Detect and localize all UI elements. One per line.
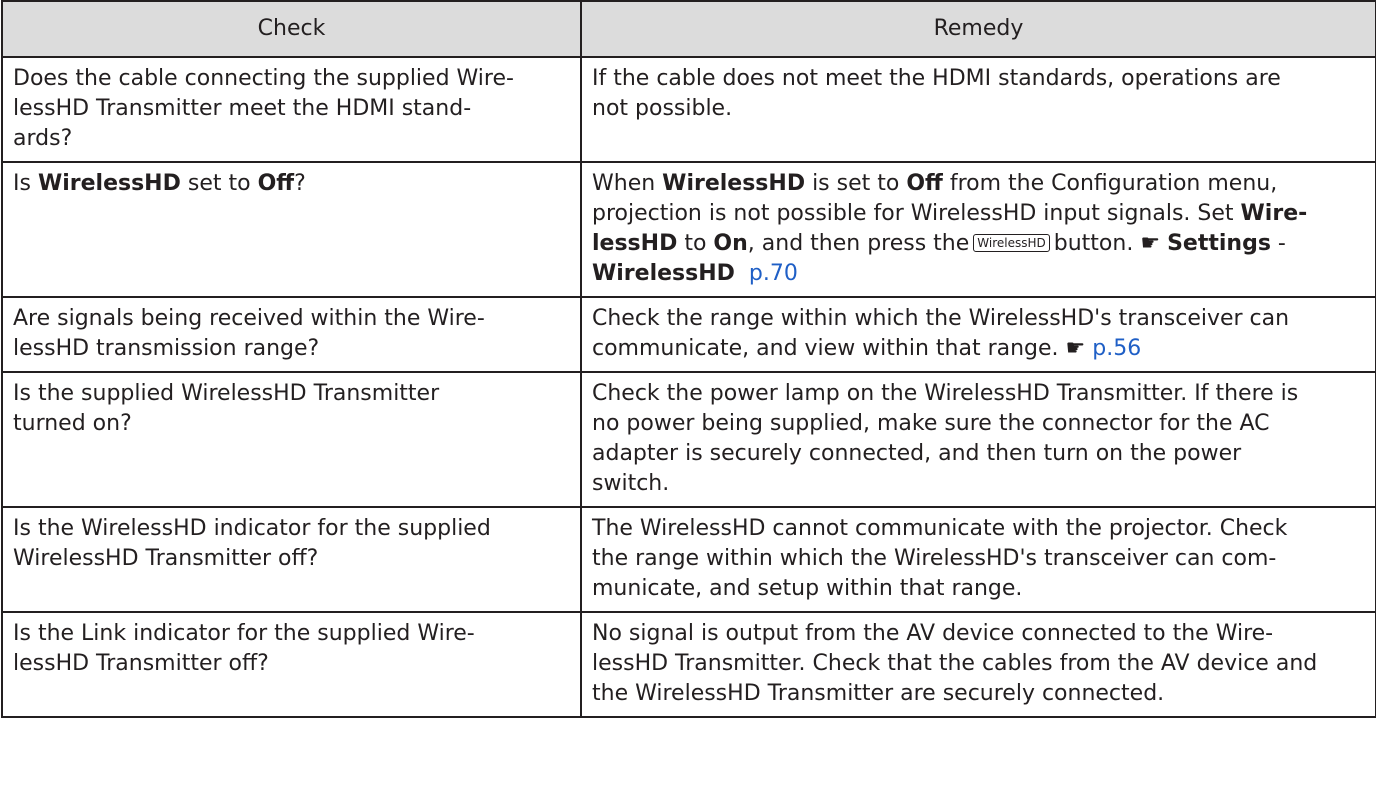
text-line: no power being supplied, make sure the c… [592,411,1270,436]
text-line: the range within which the WirelessHD's … [592,546,1277,571]
check-cell: Is WirelessHD set to Off? [1,161,582,298]
bold-term: Off [257,171,295,196]
text-segment: Is [13,171,38,196]
text-segment: from the Configuration menu, [942,171,1278,196]
text-line: Check the power lamp on the WirelessHD T… [592,381,1299,406]
bold-term: Settings [1167,231,1271,256]
text-line: adapter is securely connected, and then … [592,441,1242,466]
remedy-cell: Check the range within which the Wireles… [580,296,1376,373]
text-segment: ? [294,171,306,196]
table-row: Are signals being received within the Wi… [1,296,1376,373]
check-cell: Does the cable connecting the supplied W… [1,56,582,163]
table-row: Is the supplied WirelessHD Transmitter t… [1,371,1376,508]
table-row: Does the cable connecting the supplied W… [1,56,1376,163]
remedy-cell: No signal is output from the AV device c… [580,611,1376,718]
text-line: Check the range within which the Wireles… [592,306,1290,331]
text-line: ards? [13,126,73,151]
text-line: lessHD transmission range? [13,336,320,361]
table-row: Is WirelessHD set to Off? When WirelessH… [1,161,1376,298]
text-line: municate, and setup within that range. [592,576,1023,601]
troubleshooting-table: Check Remedy Does the cable connecting t… [1,0,1376,718]
text-segment: - [1270,231,1286,256]
text-line: Are signals being received within the Wi… [13,306,485,331]
bold-term: WirelessHD [592,261,735,286]
page-link[interactable]: p.56 [1092,336,1141,361]
check-cell: Are signals being received within the Wi… [1,296,582,373]
text-line: Does the cable connecting the supplied W… [13,66,514,91]
text-line: lessHD Transmitter. Check that the cable… [592,651,1318,676]
text-line: No signal is output from the AV device c… [592,621,1274,646]
text-line: the WirelessHD Transmitter are securely … [592,681,1165,706]
text-line: The WirelessHD cannot communicate with t… [592,516,1288,541]
text-line: lessHD Transmitter meet the HDMI stand- [13,96,472,121]
text-line: communicate, and view within that range. [592,336,1059,361]
column-header-remedy: Remedy [580,0,1376,58]
text-line: turned on? [13,411,132,436]
column-header-check: Check [1,0,582,58]
text-line: WirelessHD Transmitter off? [13,546,319,571]
bold-term: Off [906,171,943,196]
bold-term: On [713,231,748,256]
text-segment: to [677,231,714,256]
bold-term: Wire- [1240,201,1308,226]
check-cell: Is the Link indicator for the supplied W… [1,611,582,718]
bold-term: lessHD [592,231,678,256]
check-cell: Is the WirelessHD indicator for the supp… [1,506,582,613]
remedy-cell: The WirelessHD cannot communicate with t… [580,506,1376,613]
wirelesshd-button-icon: WirelessHD [973,234,1050,252]
bold-term: WirelessHD [37,171,181,196]
page-link[interactable]: p.70 [749,261,798,286]
text-line: Is the Link indicator for the supplied W… [13,621,475,646]
text-segment: button. [1053,231,1134,256]
remedy-cell: If the cable does not meet the HDMI stan… [580,56,1376,163]
pointing-hand-icon: ☛ [1065,336,1086,361]
remedy-cell: When WirelessHD is set to Off from the C… [580,161,1376,298]
text-line: Is the WirelessHD indicator for the supp… [13,516,491,541]
text-line: lessHD Transmitter off? [13,651,269,676]
text-segment: , and then press the [747,231,970,256]
text-segment: set to [180,171,258,196]
text-line: switch. [592,471,670,496]
remedy-cell: Check the power lamp on the WirelessHD T… [580,371,1376,508]
bold-term: WirelessHD [662,171,806,196]
check-cell: Is the supplied WirelessHD Transmitter t… [1,371,582,508]
pointing-hand-icon: ☛ [1140,231,1161,256]
text-line: Is the supplied WirelessHD Transmitter [13,381,440,406]
text-line: not possible. [592,96,733,121]
text-segment: projection is not possible for WirelessH… [592,201,1241,226]
table-row: Is the Link indicator for the supplied W… [1,611,1376,718]
text-segment: is set to [805,171,907,196]
table-header-row: Check Remedy [1,0,1376,58]
text-line: If the cable does not meet the HDMI stan… [592,66,1281,91]
table-row: Is the WirelessHD indicator for the supp… [1,506,1376,613]
text-segment: When [592,171,663,196]
